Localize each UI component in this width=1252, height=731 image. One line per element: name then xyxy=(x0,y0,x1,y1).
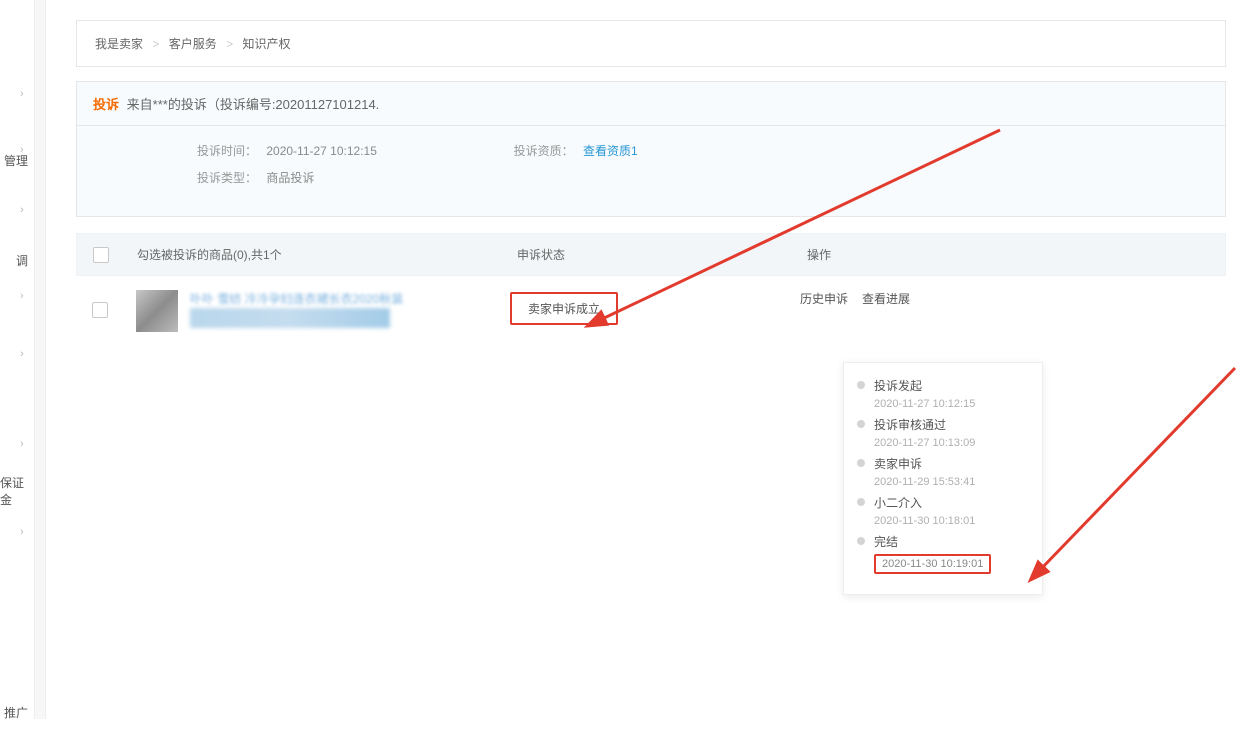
complaint-time-label: 投诉时间： xyxy=(187,142,257,159)
sidebar-item-deposit[interactable]: 保证金 xyxy=(0,464,30,518)
chevron-right-icon[interactable]: › xyxy=(20,144,24,156)
complaint-panel: 投诉 来自***的投诉（投诉编号:20201127101214. 投诉时间： 2… xyxy=(76,81,1226,217)
complaint-title: 来自***的投诉（投诉编号:20201127101214. xyxy=(127,97,380,112)
row-checkbox[interactable] xyxy=(92,302,108,318)
timeline-item: 小二介入 2020-11-30 10:18:01 xyxy=(874,494,1030,527)
timeline-item: 完结 2020-11-30 10:19:01 xyxy=(874,533,1030,574)
timeline-title: 卖家申诉 xyxy=(874,455,1030,472)
col-status: 申诉状态 xyxy=(517,246,807,263)
complaint-type-label: 投诉类型： xyxy=(187,169,257,186)
left-sidebar: › 管理 › › 调 › › › 保证金 › 推广 xyxy=(0,0,35,719)
complaint-tag: 投诉 xyxy=(93,97,119,112)
complaint-time-value: 2020-11-27 10:12:15 xyxy=(266,144,377,158)
main-content: 我是卖家 > 客户服务 > 知识产权 投诉 来自***的投诉（投诉编号:2020… xyxy=(58,0,1244,711)
timeline-item: 投诉审核通过 2020-11-27 10:13:09 xyxy=(874,416,1030,449)
timeline-item: 卖家申诉 2020-11-29 15:53:41 xyxy=(874,455,1030,488)
breadcrumb-service[interactable]: 客户服务 xyxy=(169,37,217,51)
chevron-right-icon[interactable]: › xyxy=(20,526,24,538)
appeal-status-badge: 卖家申诉成立 xyxy=(510,292,618,325)
table-header: 勾选被投诉的商品(0),共1个 申诉状态 操作 xyxy=(76,233,1226,276)
col-action: 操作 xyxy=(807,246,1209,263)
progress-timeline-popover: 投诉发起 2020-11-27 10:12:15 投诉审核通过 2020-11-… xyxy=(843,362,1043,595)
timeline-dot-icon xyxy=(857,459,865,467)
chevron-right-icon[interactable]: › xyxy=(20,348,24,360)
timeline-title: 投诉审核通过 xyxy=(874,416,1030,433)
timeline-time-highlighted: 2020-11-30 10:19:01 xyxy=(874,554,991,574)
chevron-right-icon[interactable]: › xyxy=(20,290,24,302)
breadcrumb-ip[interactable]: 知识产权 xyxy=(242,37,290,51)
table-row: 卟卟 雪纺 冷冷孕妇连衣裙长衣2020秋装 卖家申诉成立 历史申诉 查看进展 xyxy=(76,276,1226,346)
complaint-qual-label: 投诉资质： xyxy=(514,142,574,159)
timeline-title: 完结 xyxy=(874,533,1030,550)
sidebar-item-adjust[interactable]: 调 xyxy=(16,242,28,279)
timeline-time: 2020-11-27 10:13:09 xyxy=(874,437,1030,449)
complaint-header: 投诉 来自***的投诉（投诉编号:20201127101214. xyxy=(77,82,1225,126)
product-thumbnail[interactable] xyxy=(136,290,178,332)
breadcrumb: 我是卖家 > 客户服务 > 知识产权 xyxy=(76,20,1226,67)
timeline-time: 2020-11-29 15:53:41 xyxy=(874,476,1030,488)
product-title[interactable]: 卟卟 雪纺 冷冷孕妇连衣裙长衣2020秋装 xyxy=(190,290,510,332)
breadcrumb-sep: > xyxy=(152,37,159,51)
chevron-right-icon[interactable]: › xyxy=(20,204,24,216)
select-all-checkbox[interactable] xyxy=(93,247,109,263)
sidebar-item-manage[interactable]: 管理 xyxy=(4,142,28,179)
breadcrumb-seller[interactable]: 我是卖家 xyxy=(95,37,143,51)
complaint-type-value: 商品投诉 xyxy=(266,171,314,185)
blur-overlay xyxy=(190,308,390,328)
sidebar-scrollbar[interactable] xyxy=(34,0,46,719)
timeline-dot-icon xyxy=(857,420,865,428)
timeline-time: 2020-11-27 10:12:15 xyxy=(874,398,1030,410)
timeline-dot-icon xyxy=(857,498,865,506)
col-product: 勾选被投诉的商品(0),共1个 xyxy=(137,246,517,263)
history-appeal-link[interactable]: 历史申诉 xyxy=(800,290,848,307)
product-title-text: 卟卟 雪纺 冷冷孕妇连衣裙长衣2020秋装 xyxy=(190,292,403,306)
timeline-dot-icon xyxy=(857,537,865,545)
view-progress-link[interactable]: 查看进展 xyxy=(862,290,910,307)
breadcrumb-sep: > xyxy=(226,37,233,51)
chevron-right-icon[interactable]: › xyxy=(20,438,24,450)
sidebar-item-promo[interactable]: 推广 xyxy=(4,694,28,731)
view-qualification-link[interactable]: 查看资质1 xyxy=(583,144,638,158)
chevron-right-icon[interactable]: › xyxy=(20,88,24,100)
timeline-title: 小二介入 xyxy=(874,494,1030,511)
complaint-body: 投诉时间： 2020-11-27 10:12:15 投诉资质： 查看资质1 投诉… xyxy=(77,126,1225,216)
timeline-dot-icon xyxy=(857,381,865,389)
timeline-title: 投诉发起 xyxy=(874,377,1030,394)
timeline-time: 2020-11-30 10:18:01 xyxy=(874,515,1030,527)
timeline-item: 投诉发起 2020-11-27 10:12:15 xyxy=(874,377,1030,410)
